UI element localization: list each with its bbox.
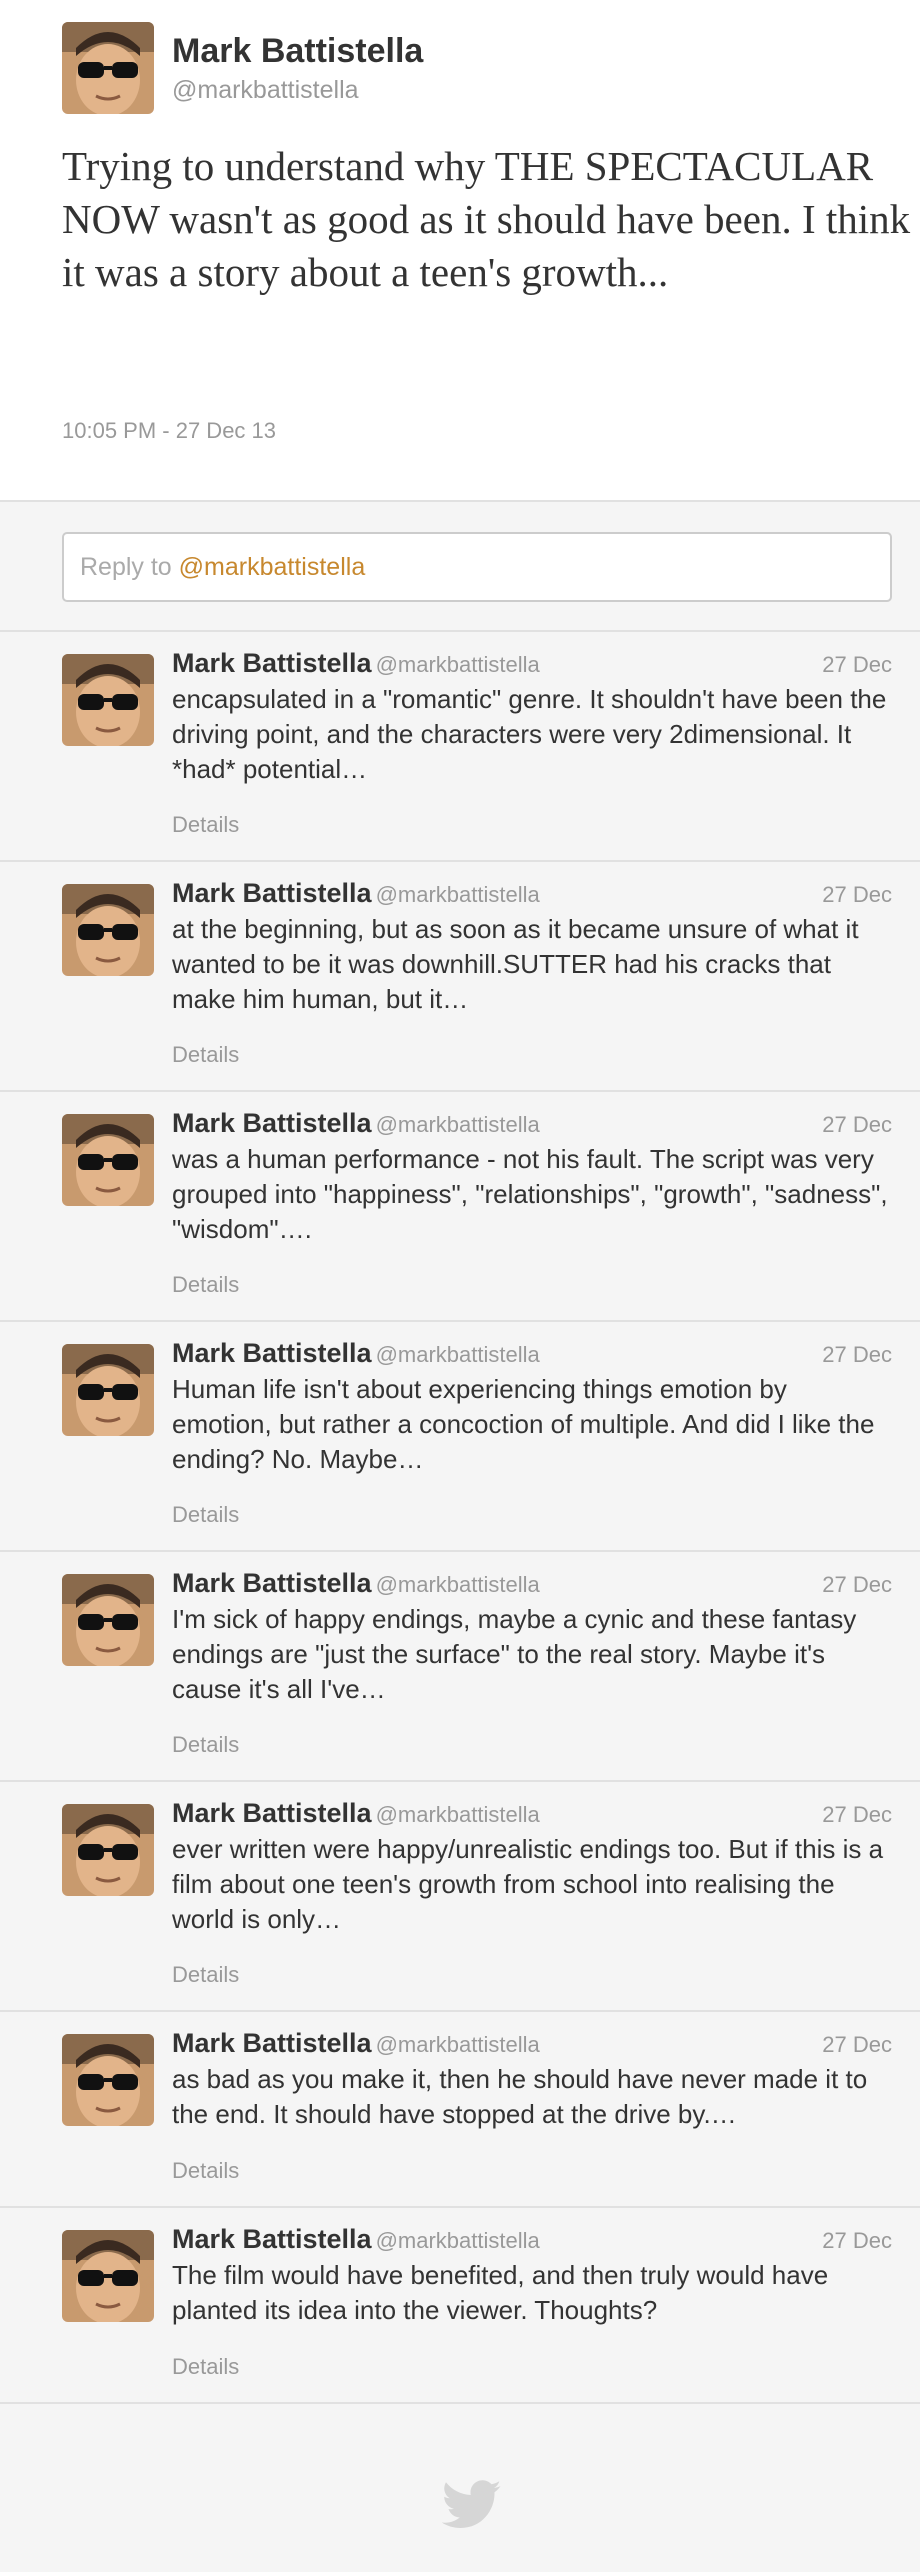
reply-author[interactable]: Mark Battistella @markbattistella [172, 2224, 540, 2255]
reply-text: ever written were happy/unrealistic endi… [172, 1834, 884, 1934]
reply-tweet[interactable]: Mark Battistella @markbattistella 27 Dec I'… [0, 1552, 920, 1782]
reply-tweet[interactable]: Mark Battistella @markbattistella 27 Dec en… [0, 632, 920, 862]
details-link[interactable]: Details [172, 2354, 239, 2380]
reply-tweet[interactable]: Mark Battistella @markbattistella 27 Dec as… [0, 2012, 920, 2208]
avatar[interactable] [62, 22, 154, 114]
reply-author[interactable]: Mark Battistella @markbattistella [172, 1798, 540, 1829]
reply-text: The film would have benefited, and then … [172, 2260, 829, 2325]
footer [0, 2404, 920, 2572]
reply-tweet[interactable]: Mark Battistella @markbattistella 27 Dec ev… [0, 1782, 920, 2012]
reply-date[interactable]: 27 Dec [822, 2032, 892, 2058]
details-link[interactable]: Details [172, 1042, 239, 1068]
tweet-timestamp[interactable]: 10:05 PM - 27 Dec 13 [62, 418, 276, 444]
reply-author-handle[interactable]: @markbattistella [376, 652, 540, 677]
details-link[interactable]: Details [172, 1962, 239, 1988]
details-link[interactable]: Details [172, 1732, 239, 1758]
reply-text: was a human performance - not his fault.… [172, 1144, 888, 1244]
details-link[interactable]: Details [172, 812, 239, 838]
reply-author-handle[interactable]: @markbattistella [376, 1342, 540, 1367]
avatar[interactable] [62, 2230, 154, 2322]
avatar[interactable] [62, 1804, 154, 1896]
replies-list: Mark Battistella @markbattistella 27 Dec en… [0, 632, 920, 2404]
reply-author-handle[interactable]: @markbattistella [376, 2228, 540, 2253]
reply-tweet[interactable]: Mark Battistella @markbattistella 27 Dec Th… [0, 2208, 920, 2404]
main-tweet: Mark Battistella @markbattistella Trying… [0, 0, 920, 502]
reply-text: encapsulated in a "romantic" genre. It s… [172, 684, 887, 784]
reply-date[interactable]: 27 Dec [822, 1802, 892, 1828]
reply-author[interactable]: Mark Battistella @markbattistella [172, 1338, 540, 1369]
reply-author[interactable]: Mark Battistella @markbattistella [172, 2028, 540, 2059]
reply-tweet[interactable]: Mark Battistella @markbattistella 27 Dec wa… [0, 1092, 920, 1322]
reply-date[interactable]: 27 Dec [822, 652, 892, 678]
reply-placeholder-prefix: Reply to [80, 553, 172, 581]
avatar[interactable] [62, 1114, 154, 1206]
reply-author[interactable]: Mark Battistella @markbattistella [172, 1568, 540, 1599]
details-link[interactable]: Details [172, 2158, 239, 2184]
reply-input[interactable]: Reply to @markbattistella [62, 532, 892, 602]
reply-author-handle[interactable]: @markbattistella [376, 1802, 540, 1827]
reply-text: at the beginning, but as soon as it beca… [172, 914, 859, 1014]
reply-date[interactable]: 27 Dec [822, 1112, 892, 1138]
reply-date[interactable]: 27 Dec [822, 1572, 892, 1598]
reply-author-name[interactable]: Mark Battistella [172, 1338, 372, 1368]
details-link[interactable]: Details [172, 1272, 239, 1298]
reply-author-handle[interactable]: @markbattistella [376, 1572, 540, 1597]
reply-text: as bad as you make it, then he should ha… [172, 2064, 868, 2129]
avatar[interactable] [62, 1574, 154, 1666]
reply-tweet[interactable]: Mark Battistella @markbattistella 27 Dec at… [0, 862, 920, 1092]
reply-tweet[interactable]: Mark Battistella @markbattistella 27 Dec Hu… [0, 1322, 920, 1552]
reply-author-handle[interactable]: @markbattistella [376, 2032, 540, 2057]
author-handle[interactable]: @markbattistella [172, 76, 359, 105]
avatar[interactable] [62, 1344, 154, 1436]
author-name[interactable]: Mark Battistella [172, 32, 423, 71]
reply-author-handle[interactable]: @markbattistella [376, 1112, 540, 1137]
avatar[interactable] [62, 654, 154, 746]
reply-date[interactable]: 27 Dec [822, 1342, 892, 1368]
tweet-text: Trying to understand why THE SPECTACULAR… [62, 143, 911, 295]
reply-author-name[interactable]: Mark Battistella [172, 1798, 372, 1828]
reply-date[interactable]: 27 Dec [822, 882, 892, 908]
reply-date[interactable]: 27 Dec [822, 2228, 892, 2254]
reply-author-name[interactable]: Mark Battistella [172, 2028, 372, 2058]
reply-author[interactable]: Mark Battistella @markbattistella [172, 1108, 540, 1139]
reply-author-name[interactable]: Mark Battistella [172, 878, 372, 908]
reply-author-name[interactable]: Mark Battistella [172, 1108, 372, 1138]
avatar[interactable] [62, 884, 154, 976]
details-link[interactable]: Details [172, 1502, 239, 1528]
avatar[interactable] [62, 2034, 154, 2126]
reply-author-name[interactable]: Mark Battistella [172, 2224, 372, 2254]
twitter-bird-icon [442, 2480, 501, 2528]
reply-area: Reply to @markbattistella [0, 502, 920, 632]
reply-author[interactable]: Mark Battistella @markbattistella [172, 648, 540, 679]
reply-author-handle[interactable]: @markbattistella [376, 882, 540, 907]
reply-text: I'm sick of happy endings, maybe a cynic… [172, 1604, 857, 1704]
reply-author-name[interactable]: Mark Battistella [172, 1568, 372, 1598]
reply-text: Human life isn't about experiencing thin… [172, 1374, 875, 1474]
reply-author[interactable]: Mark Battistella @markbattistella [172, 878, 540, 909]
reply-author-name[interactable]: Mark Battistella [172, 648, 372, 678]
reply-placeholder-mention: @markbattistella [178, 553, 366, 581]
